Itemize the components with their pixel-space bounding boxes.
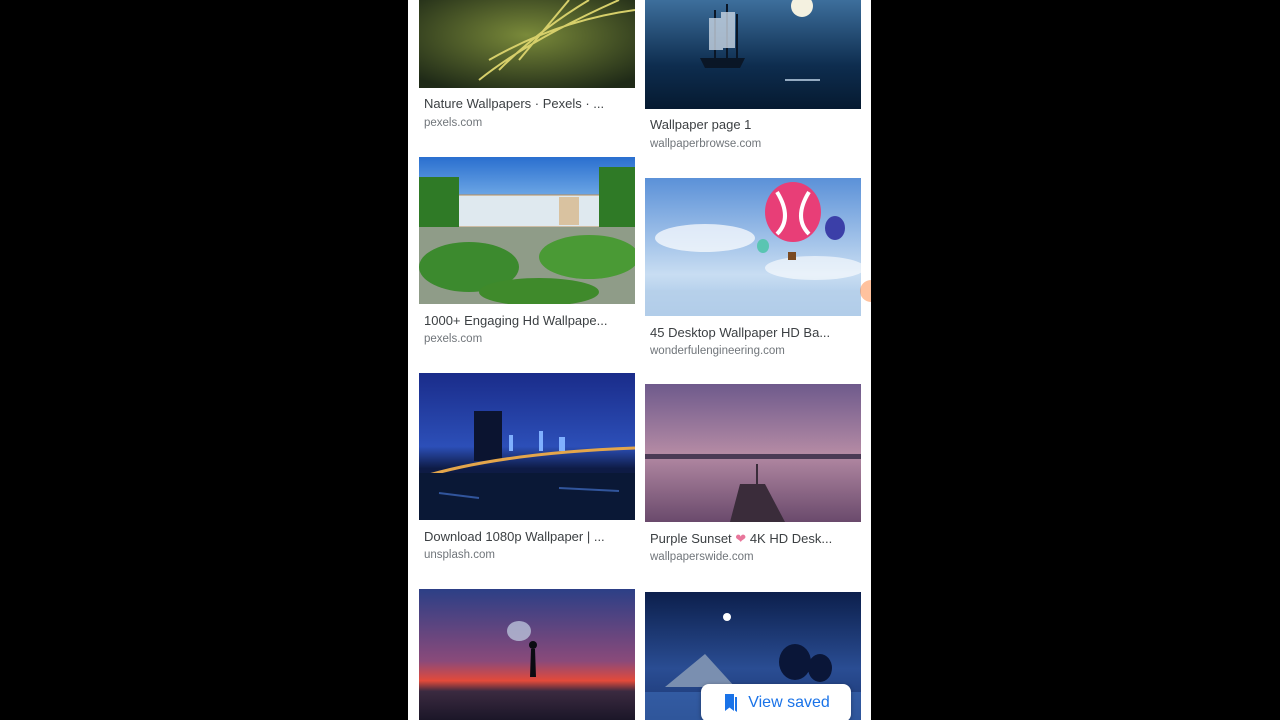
result-card-city[interactable]: Download 1080p Wallpaper | ... unsplash.… — [419, 373, 635, 573]
result-title[interactable]: 1000+ Engaging Hd Wallpape... — [424, 313, 630, 328]
result-image[interactable] — [419, 157, 635, 304]
result-image[interactable] — [419, 589, 635, 720]
result-card-ship[interactable]: Wallpaper page 1 wallpaperbrowse.com — [645, 0, 861, 160]
image-results-page: Nature Wallpapers · Pexels · ... pexels.… — [408, 0, 871, 720]
view-saved-button[interactable]: View saved — [701, 684, 851, 720]
result-image[interactable] — [645, 178, 861, 316]
result-title[interactable]: 45 Desktop Wallpaper HD Ba... — [650, 325, 856, 340]
view-saved-label: View saved — [748, 694, 830, 711]
result-source: pexels.com — [424, 333, 483, 345]
result-card-silhouette[interactable] — [419, 589, 635, 720]
bookmark-icon — [725, 694, 738, 712]
result-card-balloons[interactable]: 45 Desktop Wallpaper HD Ba... wonderfule… — [645, 178, 861, 368]
result-title[interactable]: Purple Sunset ❤ 4K HD Desk... — [650, 531, 856, 547]
result-card-nature[interactable]: Nature Wallpapers · Pexels · ... pexels.… — [419, 0, 635, 140]
result-image[interactable] — [645, 384, 861, 522]
result-source: wallpaperswide.com — [650, 551, 754, 563]
result-title-text: 4K HD Desk... — [749, 531, 833, 546]
result-title[interactable]: Wallpaper page 1 — [650, 117, 856, 132]
result-title[interactable]: Download 1080p Wallpaper | ... — [424, 529, 630, 544]
result-image[interactable] — [645, 0, 861, 109]
result-card-purple-sunset[interactable]: Purple Sunset ❤ 4K HD Desk... wallpapers… — [645, 384, 861, 579]
heart-icon: ❤ — [735, 531, 747, 546]
result-source: unsplash.com — [424, 549, 495, 561]
result-source: pexels.com — [424, 117, 483, 129]
result-title-text: Purple Sunset — [650, 531, 732, 546]
result-source: wallpaperbrowse.com — [650, 138, 762, 150]
result-image[interactable] — [419, 373, 635, 520]
touch-indicator — [860, 280, 871, 302]
result-image[interactable] — [419, 0, 635, 88]
result-card-waterfall[interactable]: 1000+ Engaging Hd Wallpape... pexels.com — [419, 157, 635, 357]
result-source: wonderfulengineering.com — [650, 345, 785, 357]
result-title[interactable]: Nature Wallpapers · Pexels · ... — [424, 96, 630, 111]
